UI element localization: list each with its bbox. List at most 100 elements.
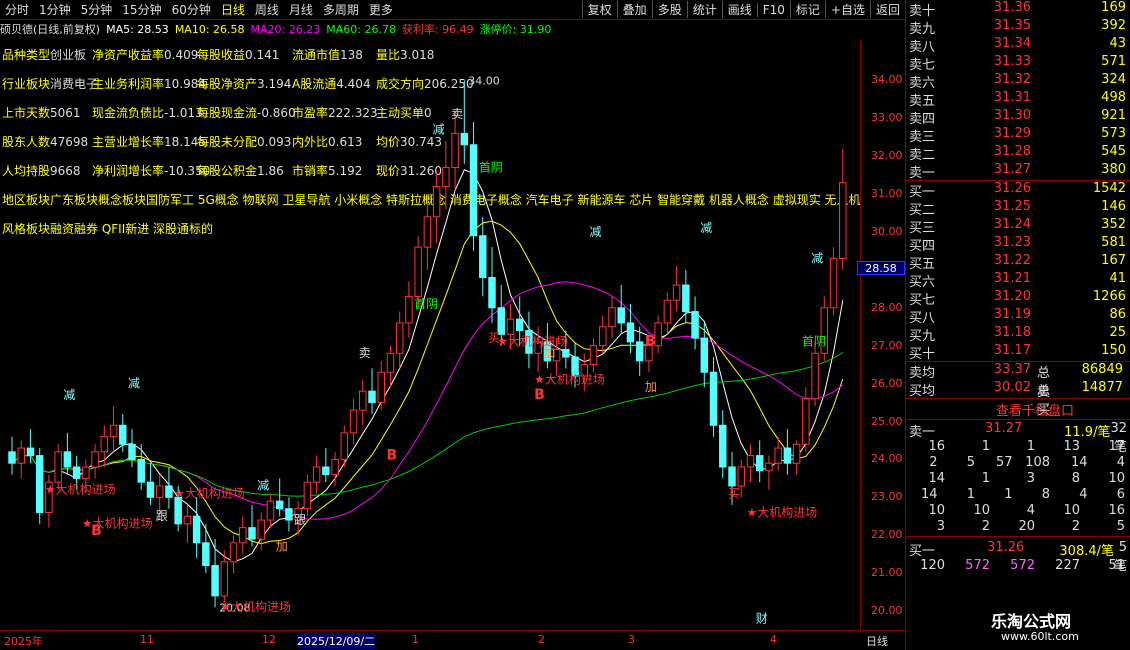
- tick-cell: 1: [981, 471, 990, 486]
- timeframe-7[interactable]: 月线: [284, 1, 318, 18]
- annotation: 减: [811, 251, 823, 265]
- label: 卖均: [909, 366, 936, 381]
- tick-price: 31.27: [985, 421, 1023, 436]
- timeframe-4[interactable]: 60分钟: [167, 1, 216, 18]
- toolbar-button-5[interactable]: F10: [756, 2, 790, 17]
- order-cell: 498: [1101, 90, 1126, 105]
- candle-body: [700, 337, 709, 373]
- candle-body: [100, 436, 109, 453]
- toolbar-button-7[interactable]: +自选: [824, 1, 870, 18]
- candle-body: [442, 167, 450, 187]
- watermark-url: www.60lt.com: [1001, 630, 1079, 643]
- timeframe-5[interactable]: 日线: [216, 1, 250, 18]
- tick-per: 308.4/笔: [1059, 544, 1115, 559]
- candle-body: [460, 132, 469, 146]
- annotation: 减: [63, 388, 75, 402]
- candle-body: [322, 466, 330, 476]
- y-tick: 21.00: [871, 566, 903, 580]
- x-tick[interactable]: 日线: [866, 633, 888, 649]
- toolbar-button-6[interactable]: 标记: [789, 1, 825, 18]
- timeframe-9[interactable]: 更多: [364, 1, 398, 18]
- timeframe-8[interactable]: 多周期: [318, 1, 364, 18]
- y-tick: 30.00: [871, 224, 903, 238]
- candlestick-chart[interactable]: 34.0020.08减减跟 跟加减卖卖减首阴首阴买加减加减买减首阴财BBBB★大机…: [0, 40, 860, 630]
- ma-line-ma60: [11, 352, 844, 497]
- order-cell: 卖五: [909, 94, 936, 109]
- timeframe-3[interactable]: 15分钟: [117, 1, 166, 18]
- toolbar-button-8[interactable]: 返回: [869, 1, 905, 18]
- candle-body: [155, 485, 164, 498]
- tick-cell: 572: [1010, 558, 1035, 573]
- candle-body: [165, 485, 173, 498]
- order-cell: 169: [1101, 0, 1126, 15]
- candle-body: [128, 443, 136, 460]
- candle-body: [515, 318, 524, 332]
- order-cell: 352: [1101, 217, 1126, 232]
- candle-body: [202, 542, 210, 567]
- order-cell: 573: [1101, 126, 1126, 141]
- candle-body: [275, 500, 284, 510]
- order-cell: 31.24: [993, 217, 1031, 232]
- candle-body: [340, 432, 349, 460]
- view-depth-button[interactable]: 查看千档盘口: [996, 400, 1121, 419]
- tick-cell: 14: [920, 487, 938, 502]
- candle-body: [239, 527, 247, 544]
- annotation: 买: [728, 486, 740, 500]
- sell-level-2: 卖二 31.28 545: [906, 144, 1130, 163]
- candle-body: [312, 466, 321, 483]
- order-cell: 卖六: [909, 76, 936, 91]
- timeframe-0[interactable]: 分时: [0, 1, 34, 18]
- legend-item-3: MA60: 26.78: [326, 23, 396, 36]
- tick-cell: 16: [1108, 503, 1125, 518]
- tick-cell: 10: [1108, 471, 1125, 486]
- high-label: 34.00: [468, 74, 500, 87]
- candle-body: [26, 447, 35, 457]
- candle-body: [635, 341, 644, 362]
- order-cell: 买二: [909, 203, 936, 218]
- tick-cell: 3: [1026, 471, 1035, 486]
- order-cell: 卖十: [909, 4, 936, 19]
- candle-body: [192, 515, 201, 544]
- order-cell: 31.30: [993, 108, 1031, 123]
- candle-body: [811, 352, 819, 400]
- tick-cell: 4: [1116, 455, 1125, 470]
- candle-body: [368, 390, 376, 404]
- candle-body: [285, 508, 293, 521]
- tick-cell: 572: [965, 558, 990, 573]
- candle-body: [755, 455, 764, 472]
- toolbar-button-1[interactable]: 叠加: [616, 1, 652, 18]
- order-cell: 卖三: [909, 130, 936, 145]
- candle-body: [331, 458, 339, 476]
- y-tick: 23.00: [871, 490, 903, 504]
- timeframe-6[interactable]: 周线: [250, 1, 284, 18]
- value: 33.37: [993, 362, 1031, 377]
- toolbar-button-3[interactable]: 统计: [686, 1, 722, 18]
- toolbar-button-4[interactable]: 画线: [721, 1, 757, 18]
- tick-cell: 108: [1025, 455, 1050, 470]
- timeframe-2[interactable]: 5分钟: [76, 1, 118, 18]
- timeframe-1[interactable]: 1分钟: [34, 1, 76, 18]
- toolbar-button-2[interactable]: 多股: [651, 1, 687, 18]
- label: 总买: [1037, 384, 1051, 418]
- order-cell: 卖一: [909, 166, 936, 181]
- tick-cell: 1: [966, 487, 975, 502]
- order-cell: 31.18: [993, 325, 1031, 340]
- order-cell: 150: [1101, 343, 1126, 358]
- candle-body: [54, 451, 62, 483]
- candle-body: [266, 500, 275, 521]
- candle-body: [91, 451, 99, 468]
- x-tick: 12: [262, 633, 276, 646]
- order-cell: 31.28: [993, 144, 1031, 159]
- candle-body: [63, 451, 72, 468]
- order-cell: 卖二: [909, 148, 936, 163]
- y-tick: 34.00: [871, 73, 903, 87]
- order-cell: 43: [1109, 36, 1126, 51]
- x-tick: 2: [538, 633, 545, 646]
- annotation: ★大机构进场: [82, 516, 153, 531]
- y-tick: 33.00: [871, 111, 903, 125]
- tick-cell: 2: [929, 455, 938, 470]
- candle-body: [395, 322, 404, 354]
- tick-cell: 57: [995, 455, 1013, 470]
- toolbar-button-0[interactable]: 复权: [581, 1, 617, 18]
- y-tick: 25.00: [871, 414, 903, 428]
